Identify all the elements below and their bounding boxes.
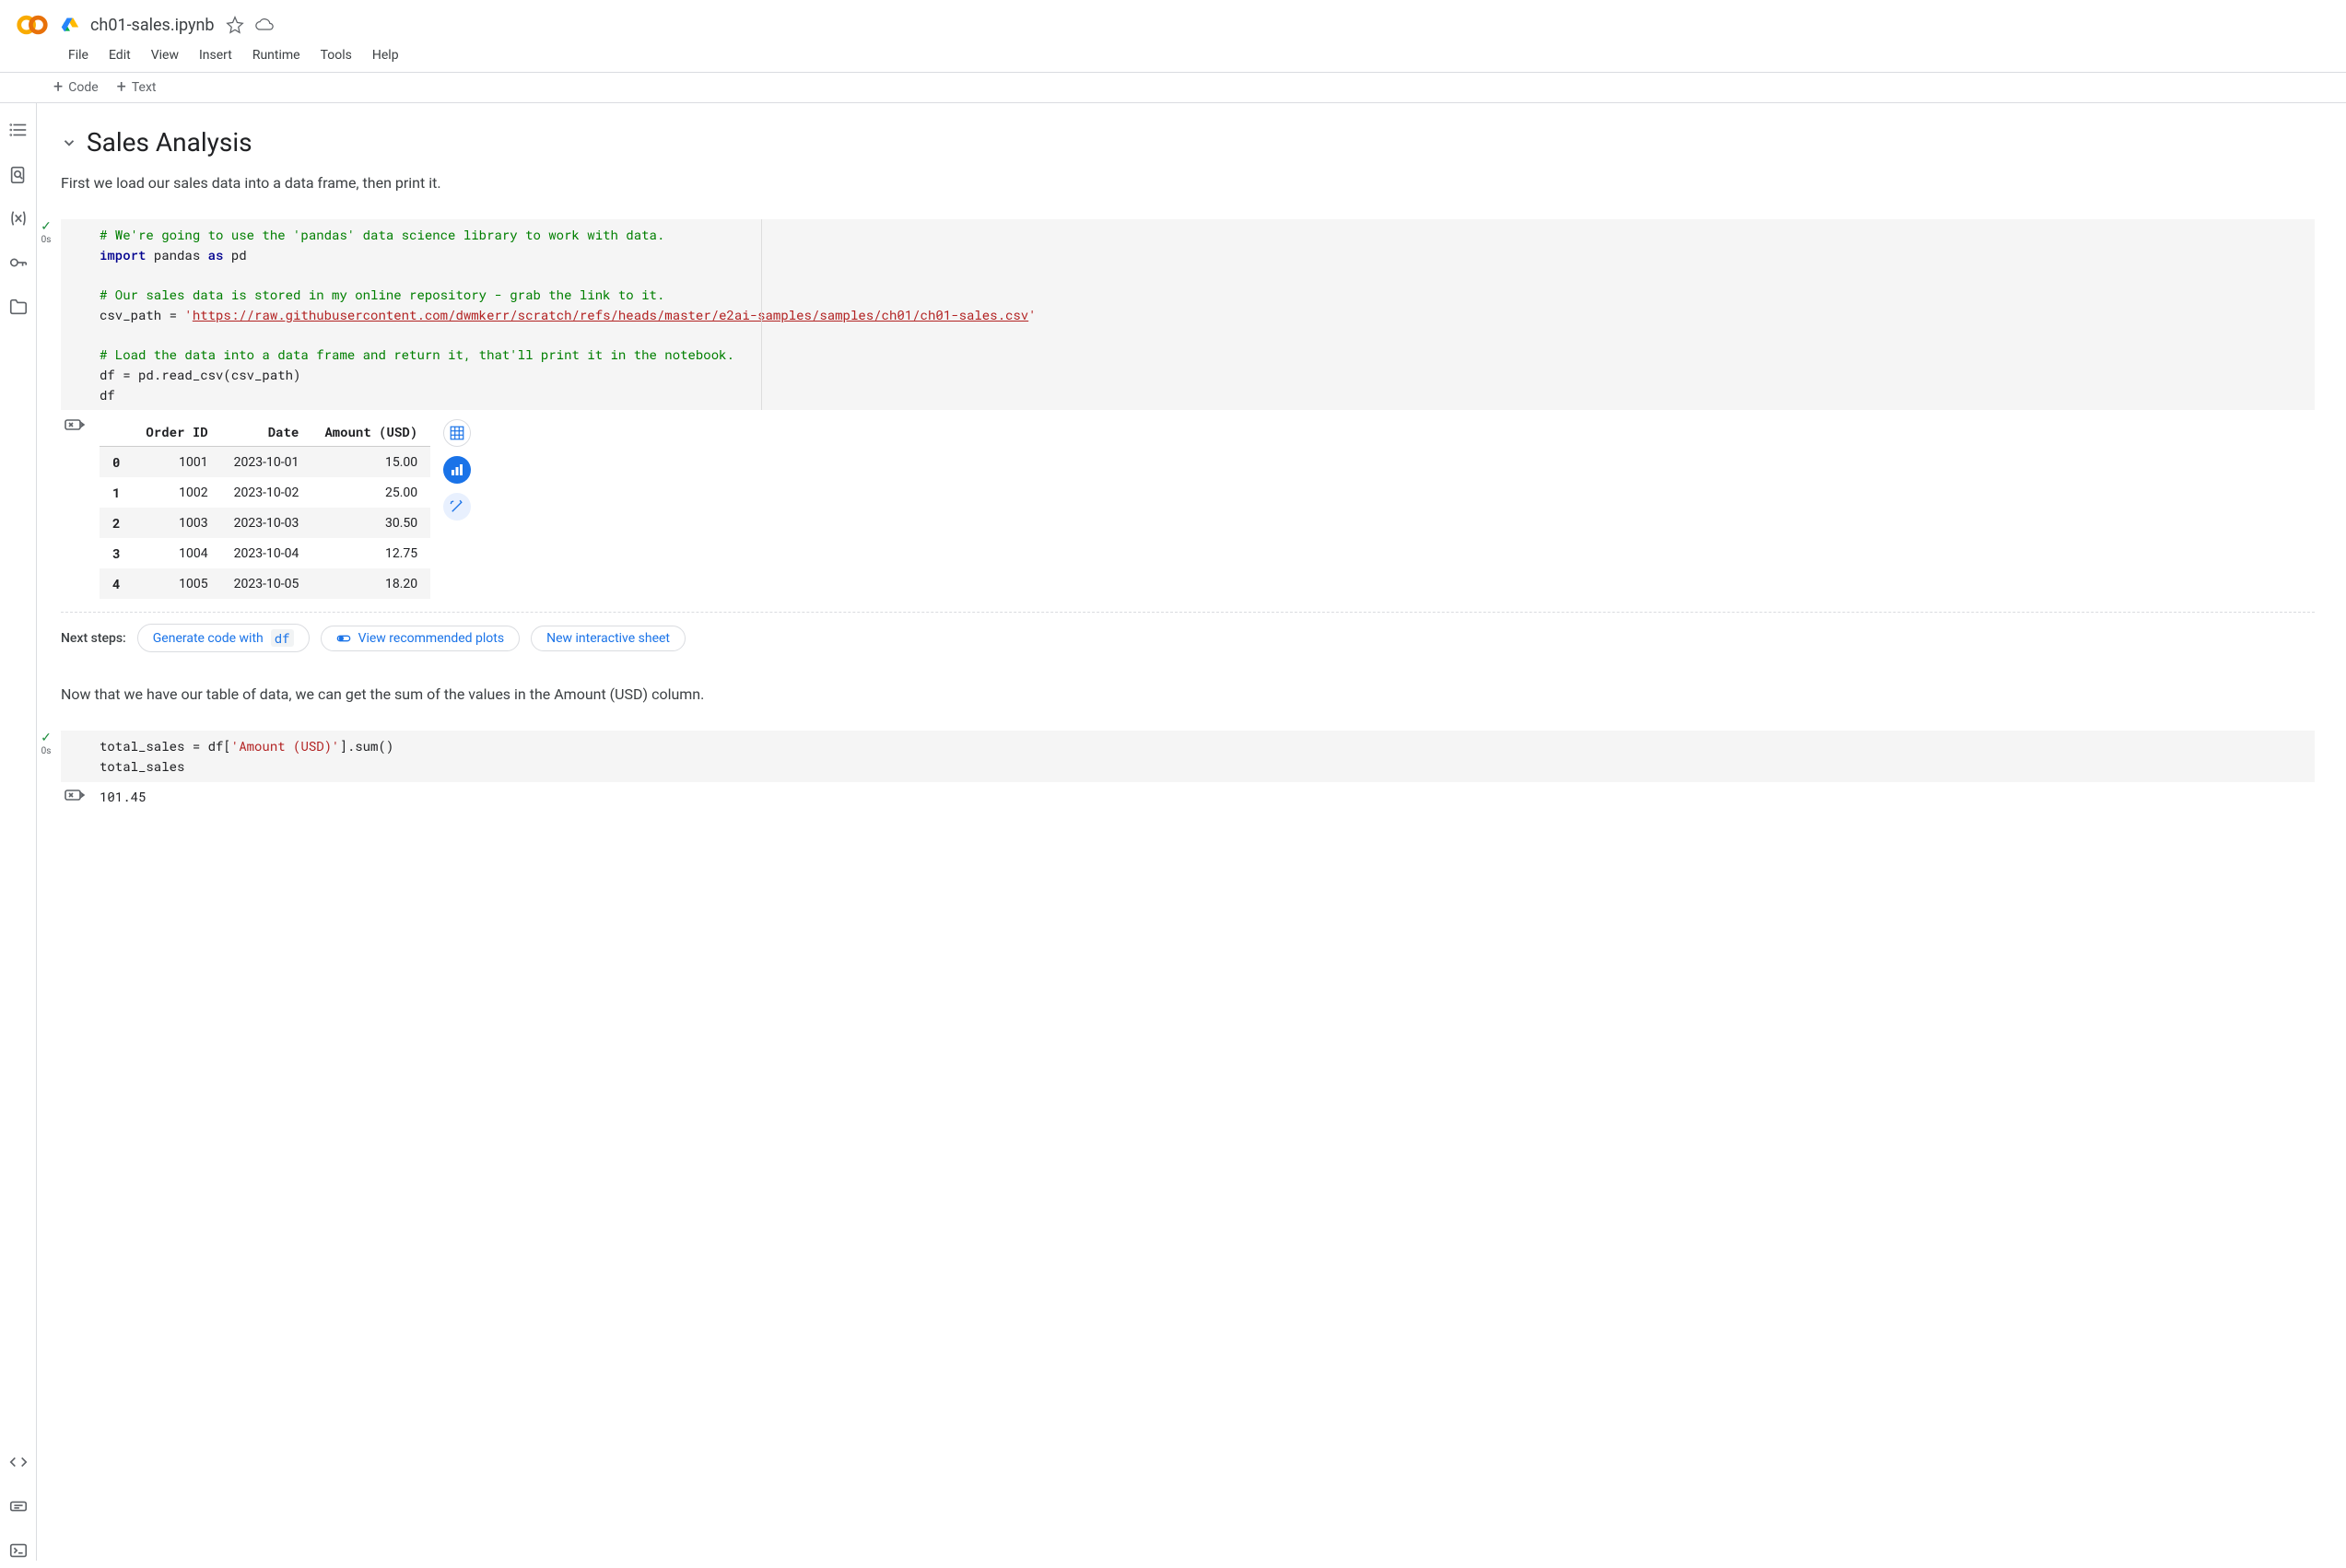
header: ch01-sales.ipynb: [0, 0, 2346, 42]
cell-date: 2023-10-04: [221, 538, 312, 568]
left-sidebar: [0, 103, 37, 1561]
row-index: 1: [100, 477, 133, 508]
cell-date: 2023-10-03: [221, 508, 312, 538]
cell-gutter: ✓ 0s: [37, 731, 55, 756]
table-row: 110022023-10-0225.00: [100, 477, 430, 508]
menu-view[interactable]: View: [151, 48, 179, 63]
notebook[interactable]: Sales Analysis First we load our sales d…: [37, 103, 2346, 1561]
markdown-text: Now that we have our table of data, we c…: [61, 685, 2315, 703]
cell-amount: 25.00: [311, 477, 430, 508]
row-index: 3: [100, 538, 133, 568]
find-replace-icon[interactable]: [8, 164, 29, 184]
toggle-icon: [336, 631, 351, 646]
terminal-icon[interactable]: [8, 1540, 29, 1561]
cell-gutter: ✓ 0s: [37, 219, 55, 245]
plus-icon: +: [53, 81, 63, 94]
output-toggle-icon[interactable]: [63, 415, 85, 438]
command-palette-icon[interactable]: [8, 1496, 29, 1516]
cell-order-id: 1005: [133, 568, 220, 599]
menu-runtime[interactable]: Runtime: [252, 48, 300, 63]
menu-file[interactable]: File: [68, 48, 88, 63]
add-code-button[interactable]: + Code: [53, 80, 99, 95]
dataframe-output: Order ID Date Amount (USD) 010012023-10-…: [61, 417, 2315, 599]
next-steps-row: Next steps: Generate code with df View r…: [61, 624, 2315, 652]
cell-order-id: 1002: [133, 477, 220, 508]
add-text-label: Text: [132, 80, 157, 95]
star-icon[interactable]: [226, 16, 244, 34]
next-steps-label: Next steps:: [61, 631, 126, 646]
col-header: Amount (USD): [311, 417, 430, 447]
menu-insert[interactable]: Insert: [199, 48, 232, 63]
add-code-label: Code: [68, 80, 98, 95]
menu-edit[interactable]: Edit: [109, 48, 131, 63]
markdown-cell[interactable]: Now that we have our table of data, we c…: [61, 671, 2315, 731]
row-index: 4: [100, 568, 133, 599]
cell-date: 2023-10-02: [221, 477, 312, 508]
output-toggle-icon[interactable]: [63, 786, 85, 808]
notebook-filename[interactable]: ch01-sales.ipynb: [90, 16, 215, 35]
col-header: Date: [221, 417, 312, 447]
view-as-sheet-button[interactable]: [443, 419, 471, 447]
output-value: 101.45: [61, 788, 2315, 805]
run-success-icon[interactable]: ✓: [41, 731, 52, 745]
run-time: 0s: [41, 235, 52, 245]
cell-amount: 30.50: [311, 508, 430, 538]
plus-icon: +: [117, 81, 126, 94]
run-time: 0s: [41, 746, 52, 756]
code-cell[interactable]: ✓ 0s [3] # We're going to use the 'panda…: [61, 219, 2315, 652]
suggest-charts-button[interactable]: [443, 456, 471, 484]
cell-amount: 12.75: [311, 538, 430, 568]
toolbar: + Code + Text: [0, 72, 2346, 103]
collapse-section-icon[interactable]: [61, 135, 77, 151]
cell-amount: 15.00: [311, 447, 430, 478]
cell-order-id: 1003: [133, 508, 220, 538]
section-title: Sales Analysis: [87, 127, 252, 158]
menu-tools[interactable]: Tools: [321, 48, 352, 63]
cell-order-id: 1001: [133, 447, 220, 478]
variables-icon[interactable]: [8, 208, 29, 228]
scalar-output: 101.45: [61, 788, 2315, 805]
cloud-status-icon[interactable]: [255, 16, 274, 34]
cell-order-id: 1004: [133, 538, 220, 568]
menu-help[interactable]: Help: [372, 48, 399, 63]
new-interactive-sheet-chip[interactable]: New interactive sheet: [531, 626, 686, 651]
markdown-cell[interactable]: Sales Analysis First we load our sales d…: [61, 120, 2315, 219]
table-row: 410052023-10-0518.20: [100, 568, 430, 599]
generate-code-chip[interactable]: Generate code with df: [137, 624, 310, 652]
colab-logo-icon[interactable]: [15, 7, 50, 42]
generate-code-button[interactable]: [443, 493, 471, 521]
row-index: 2: [100, 508, 133, 538]
files-icon[interactable]: [8, 297, 29, 317]
code-editor[interactable]: # We're going to use the 'pandas' data s…: [61, 219, 2315, 410]
add-text-button[interactable]: + Text: [117, 80, 157, 95]
markdown-text: First we load our sales data into a data…: [61, 174, 2315, 192]
code-snippets-icon[interactable]: [8, 1452, 29, 1472]
cell-date: 2023-10-01: [221, 447, 312, 478]
table-row: 310042023-10-0412.75: [100, 538, 430, 568]
secrets-icon[interactable]: [8, 252, 29, 273]
cell-amount: 18.20: [311, 568, 430, 599]
drive-icon[interactable]: [61, 16, 79, 34]
table-row: 010012023-10-0115.00: [100, 447, 430, 478]
dataframe-table: Order ID Date Amount (USD) 010012023-10-…: [100, 417, 430, 599]
table-row: 210032023-10-0330.50: [100, 508, 430, 538]
main: Sales Analysis First we load our sales d…: [0, 103, 2346, 1561]
col-header: Order ID: [133, 417, 220, 447]
cell-date: 2023-10-05: [221, 568, 312, 599]
table-of-contents-icon[interactable]: [8, 120, 29, 140]
run-success-icon[interactable]: ✓: [41, 219, 52, 234]
divider: [61, 612, 2315, 613]
col-index: [100, 417, 133, 447]
menubar: File Edit View Insert Runtime Tools Help: [0, 42, 2346, 72]
table-header-row: Order ID Date Amount (USD): [100, 417, 430, 447]
row-index: 0: [100, 447, 133, 478]
recommended-plots-chip[interactable]: View recommended plots: [321, 626, 521, 651]
code-editor[interactable]: total_sales = df['Amount (USD)'].sum() t…: [61, 731, 2315, 781]
dataframe-action-buttons: [443, 419, 471, 521]
code-cell[interactable]: ✓ 0s [4] total_sales = df['Amount (USD)'…: [61, 731, 2315, 804]
